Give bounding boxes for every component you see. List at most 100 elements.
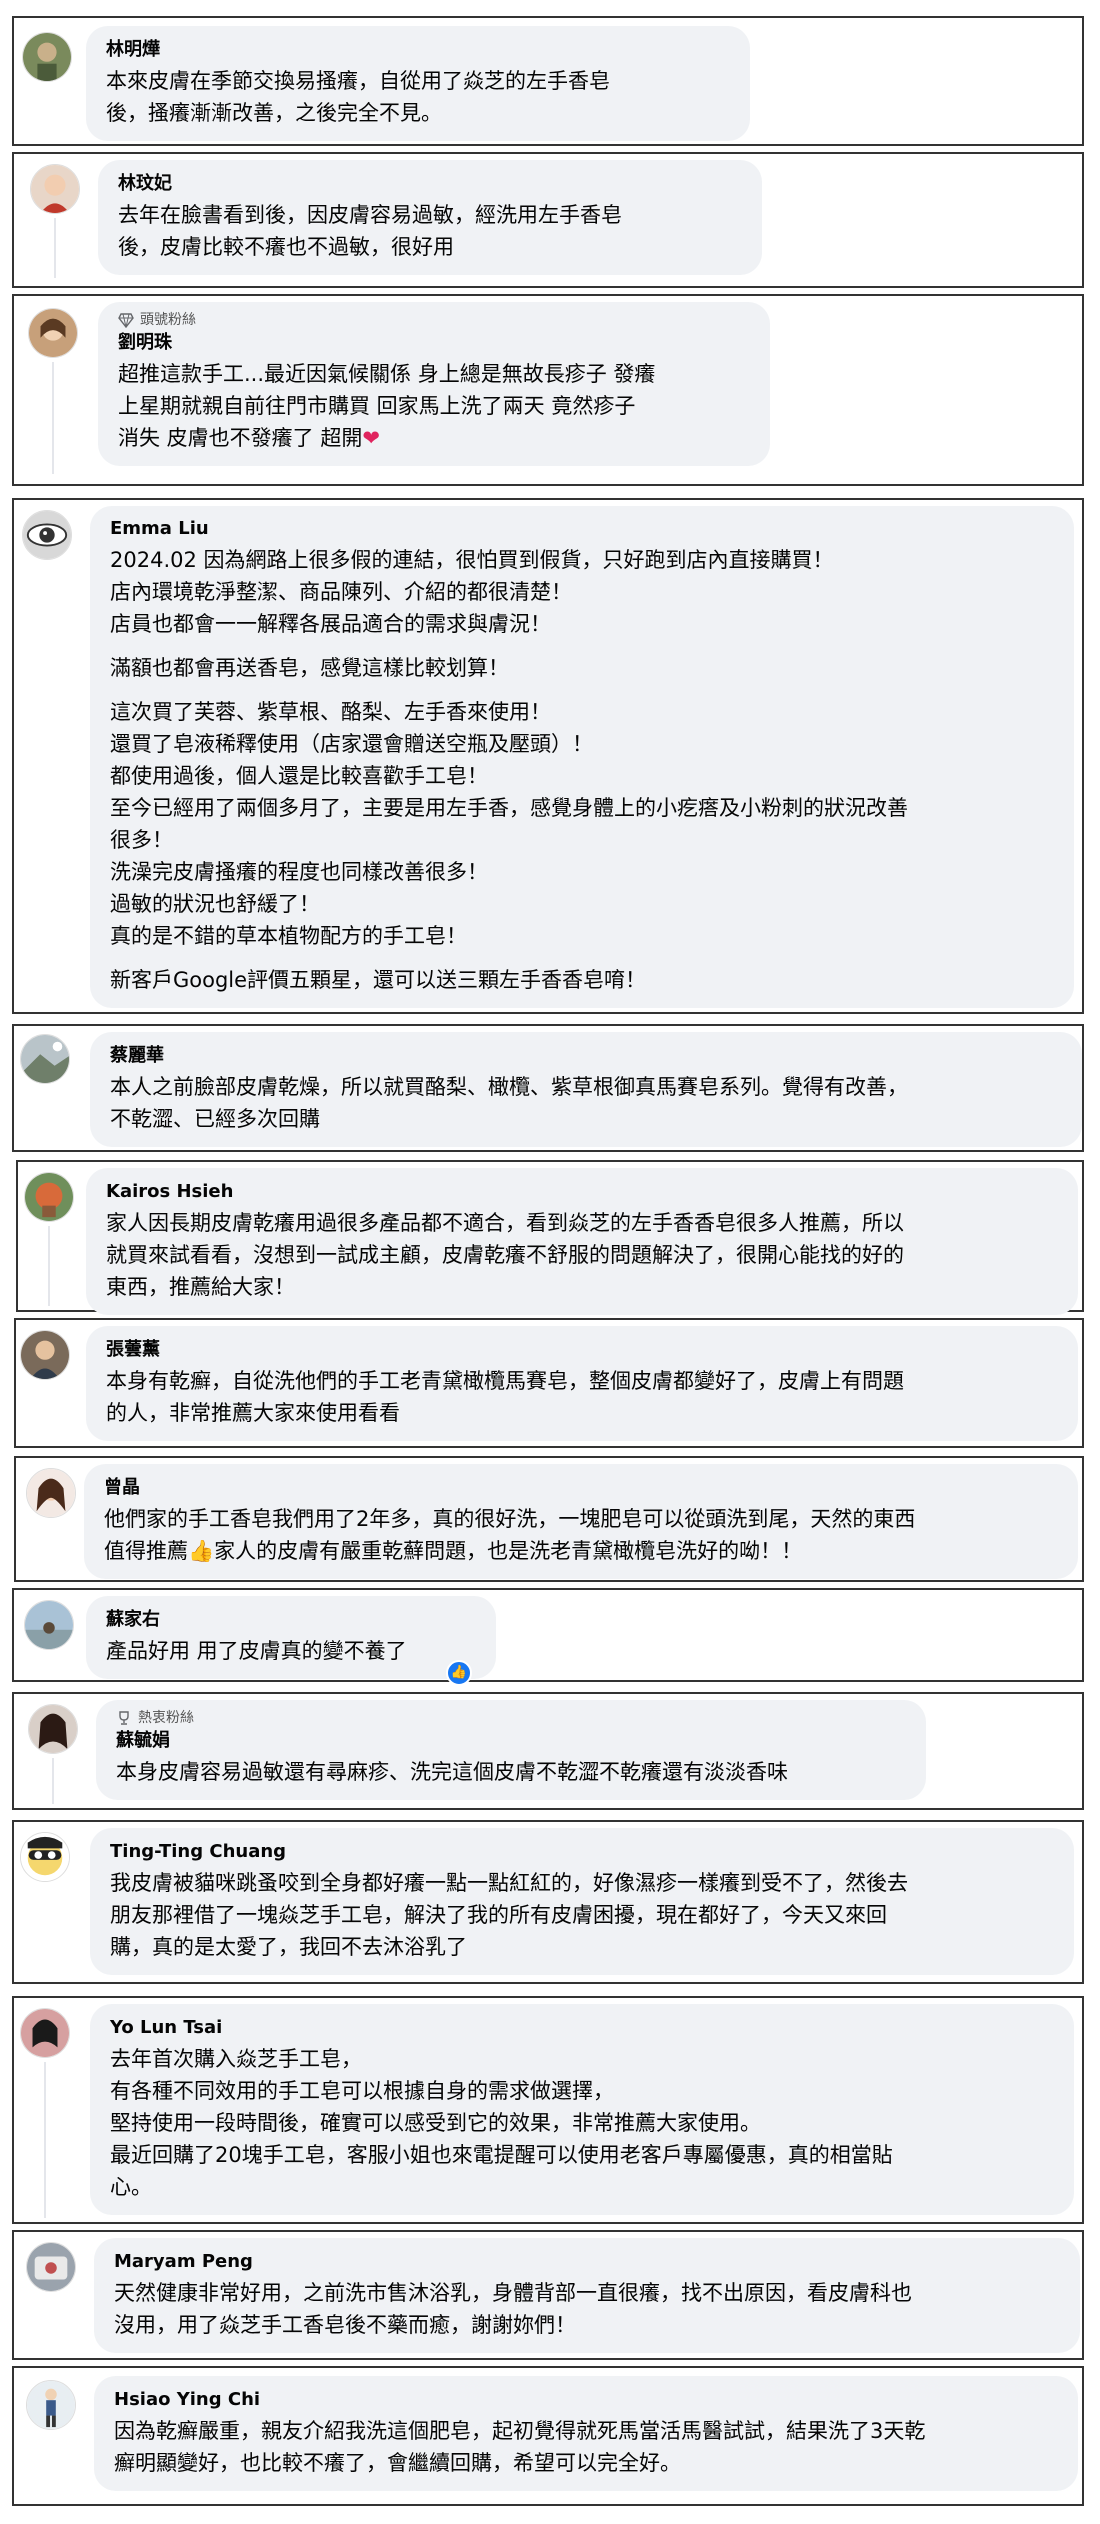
avatar[interactable] [28, 1704, 78, 1754]
thread-line [54, 218, 56, 278]
comment-bubble: Emma Liu 2024.02 因為網路上很多假的連結，很怕買到假貨，只好跑到… [90, 506, 1074, 1008]
comment-line: 有各種不同效用的手工皂可以根據自身的需求做選擇， [110, 2079, 614, 2103]
comment-bubble: Kairos Hsieh 家人因長期皮膚乾癢用過很多產品都不適合，看到焱芝的左手… [86, 1168, 1078, 1315]
comment-card: 林玟妃 去年在臉書看到後，因皮膚容易過敏，經洗用左手香皂 後，皮膚比較不癢也不過… [12, 152, 1084, 288]
comment-bubble: 蘇家右 產品好用 用了皮膚真的變不養了 [86, 1596, 496, 1679]
comment-line: 值得推薦👍家人的皮膚有嚴重乾蘚問題，也是洗老青黛橄欖皂洗好的呦！！ [104, 1539, 803, 1563]
commenter-name[interactable]: Hsiao Ying Chi [114, 2389, 1060, 2411]
comment-line: 後，皮膚比較不癢也不過敏，很好用 [118, 235, 454, 259]
comment-line: 真的是不錯的草本植物配方的手工皂！ [110, 924, 467, 948]
avatar[interactable] [22, 32, 72, 82]
commenter-name[interactable]: Kairos Hsieh [106, 1181, 1060, 1203]
comment-line: 的人，非常推薦大家來使用看看 [106, 1401, 400, 1425]
comment-text: 本身有乾癬，自從洗他們的手工老青黛橄欖馬賽皂，整個皮膚都變好了，皮膚上有問題 的… [106, 1365, 1060, 1429]
comment-paragraph: 新客戶Google評價五顆星，還可以送三顆左手香香皂唷！ [110, 964, 1056, 996]
comment-card: Yo Lun Tsai 去年首次購入焱芝手工皂， 有各種不同效用的手工皂可以根據… [12, 1996, 1084, 2224]
commenter-name[interactable]: 蘇毓娟 [116, 1730, 908, 1752]
comment-text: 本人之前臉部皮膚乾燥，所以就買酪梨、橄欖、紫草根御真馬賽皂系列。覺得有改善， 不… [110, 1071, 1064, 1135]
avatar[interactable] [28, 308, 78, 358]
comment-card: 熱衷粉絲 蘇毓娟 本身皮膚容易過敏還有尋麻疹、洗完這個皮膚不乾澀不乾癢還有淡淡香… [12, 1692, 1084, 1810]
comment-text: 本來皮膚在季節交換易搔癢，自從用了焱芝的左手香皂 後，搔癢漸漸改善，之後完全不見… [106, 65, 732, 129]
thread-line [52, 362, 54, 474]
comment-card: 林明燁 本來皮膚在季節交換易搔癢，自從用了焱芝的左手香皂 後，搔癢漸漸改善，之後… [12, 16, 1084, 146]
avatar[interactable] [20, 1034, 70, 1084]
avatar[interactable] [26, 1468, 76, 1518]
heart-emoji: ❤ [362, 426, 380, 450]
comment-line: 就買來試看看，沒想到一試成主顧，皮膚乾癢不舒服的問題解決了，很開心能找的好的 [106, 1243, 904, 1267]
comment-line: 癬明顯變好，也比較不癢了，會繼續回購，希望可以完全好。 [114, 2451, 681, 2475]
comment-card: Ting-Ting Chuang 我皮膚被貓咪跳蚤咬到全身都好癢一點一點紅紅的，… [12, 1820, 1084, 1984]
commenter-name[interactable]: 林玟妃 [118, 173, 744, 195]
comment-line: 不乾澀、已經多次回購 [110, 1107, 320, 1131]
top-fan-badge: 頭號粉絲 [118, 310, 752, 330]
avatar[interactable] [30, 164, 80, 214]
commenter-name[interactable]: 蘇家右 [106, 1609, 478, 1631]
comment-card: 蔡麗華 本人之前臉部皮膚乾燥，所以就買酪梨、橄欖、紫草根御真馬賽皂系列。覺得有改… [12, 1024, 1084, 1152]
comment-text: 產品好用 用了皮膚真的變不養了 [106, 1635, 478, 1667]
like-reaction-icon[interactable]: 👍 [446, 1660, 472, 1686]
commenter-name[interactable]: 林明燁 [106, 39, 732, 61]
avatar[interactable] [20, 1832, 70, 1882]
avatar[interactable] [26, 2242, 76, 2292]
comment-line: 本身皮膚容易過敏還有尋麻疹、洗完這個皮膚不乾澀不乾癢還有淡淡香味 [116, 1760, 788, 1784]
badge-label: 熱衷粉絲 [138, 1710, 194, 1726]
commenter-name[interactable]: Yo Lun Tsai [110, 2017, 1056, 2039]
comment-line: 產品好用 用了皮膚真的變不養了 [106, 1639, 407, 1663]
comment-line: 心。 [110, 2175, 152, 2199]
commenter-name[interactable]: 蔡麗華 [110, 1045, 1064, 1067]
avatar[interactable] [26, 2380, 76, 2430]
comment-line: 家人因長期皮膚乾癢用過很多產品都不適合，看到焱芝的左手香香皂很多人推薦，所以 [106, 1211, 904, 1235]
comment-bubble: 蔡麗華 本人之前臉部皮膚乾燥，所以就買酪梨、橄欖、紫草根御真馬賽皂系列。覺得有改… [90, 1032, 1082, 1147]
comment-line: 消失 皮膚也不發癢了 超開 [118, 426, 363, 450]
comment-text: 我皮膚被貓咪跳蚤咬到全身都好癢一點一點紅紅的，好像濕疹一樣癢到受不了，然後去 朋… [110, 1867, 1056, 1963]
avatar[interactable] [22, 510, 72, 560]
comment-bubble: Ting-Ting Chuang 我皮膚被貓咪跳蚤咬到全身都好癢一點一點紅紅的，… [90, 1828, 1074, 1975]
comment-line: 本來皮膚在季節交換易搔癢，自從用了焱芝的左手香皂 [106, 69, 610, 93]
comment-line: 店內環境乾淨整潔、商品陳列、介紹的都很清楚！ [110, 580, 572, 604]
fan-badge: 熱衷粉絲 [116, 1708, 908, 1728]
comment-line: 因為乾癬嚴重，親友介紹我洗這個肥皂，起初覺得就死馬當活馬醫試試，結果洗了3天乾 [114, 2419, 926, 2443]
comment-line: 上星期就親自前往門市購買 回家馬上洗了兩天 竟然疹子 [118, 394, 636, 418]
comment-text: 超推這款手工...最近因氣候關係 身上總是無故長疹子 發癢 上星期就親自前往門市… [118, 358, 752, 454]
comment-line: 我皮膚被貓咪跳蚤咬到全身都好癢一點一點紅紅的，好像濕疹一樣癢到受不了，然後去 [110, 1871, 908, 1895]
comment-line: 沒用，用了焱芝手工香皂後不藥而癒，謝謝妳們！ [114, 2313, 576, 2337]
comment-card: 頭號粉絲 劉明珠 超推這款手工...最近因氣候關係 身上總是無故長疹子 發癢 上… [12, 294, 1084, 486]
comment-line: 後，搔癢漸漸改善，之後完全不見。 [106, 101, 442, 125]
avatar[interactable] [20, 1330, 70, 1380]
comment-line: 去年首次購入焱芝手工皂， [110, 2047, 362, 2071]
comment-bubble: 熱衷粉絲 蘇毓娟 本身皮膚容易過敏還有尋麻疹、洗完這個皮膚不乾澀不乾癢還有淡淡香… [96, 1700, 926, 1800]
comment-bubble: 曾晶 他們家的手工香皂我們用了2年多，真的很好洗，一塊肥皂可以從頭洗到尾，天然的… [84, 1464, 1078, 1579]
avatar[interactable] [24, 1172, 74, 1222]
comment-line: 堅持使用一段時間後，確實可以感受到它的效果，非常推薦大家使用。 [110, 2111, 761, 2135]
badge-label: 頭號粉絲 [140, 312, 196, 328]
comment-line: 東西，推薦給大家！ [106, 1275, 295, 1299]
comment-card: Maryam Peng 天然健康非常好用，之前洗市售沐浴乳，身體背部一直很癢，找… [12, 2230, 1084, 2360]
thread-line [44, 2062, 46, 2218]
avatar[interactable] [20, 2008, 70, 2058]
commenter-name[interactable]: Maryam Peng [114, 2251, 1062, 2273]
comment-card: 張蕓薰 本身有乾癬，自從洗他們的手工老青黛橄欖馬賽皂，整個皮膚都變好了，皮膚上有… [14, 1318, 1084, 1448]
commenter-name[interactable]: 曾晶 [104, 1477, 1060, 1499]
comment-line: 他們家的手工香皂我們用了2年多，真的很好洗，一塊肥皂可以從頭洗到尾，天然的東西 [104, 1507, 916, 1531]
comment-line: 過敏的狀況也舒緩了！ [110, 892, 320, 916]
commenter-name[interactable]: 張蕓薰 [106, 1339, 1060, 1361]
comment-text: 因為乾癬嚴重，親友介紹我洗這個肥皂，起初覺得就死馬當活馬醫試試，結果洗了3天乾 … [114, 2415, 1060, 2479]
comment-line: 都使用過後，個人還是比較喜歡手工皂！ [110, 764, 488, 788]
comment-card: 曾晶 他們家的手工香皂我們用了2年多，真的很好洗，一塊肥皂可以從頭洗到尾，天然的… [14, 1456, 1084, 1582]
comment-text: 家人因長期皮膚乾癢用過很多產品都不適合，看到焱芝的左手香香皂很多人推薦，所以 就… [106, 1207, 1060, 1303]
comment-card: Emma Liu 2024.02 因為網路上很多假的連結，很怕買到假貨，只好跑到… [12, 498, 1084, 1014]
commenter-name[interactable]: Ting-Ting Chuang [110, 1841, 1056, 1863]
commenter-name[interactable]: Emma Liu [110, 518, 1056, 540]
comment-line: 最近回購了20塊手工皂，客服小姐也來電提醒可以使用老客戶專屬優惠，真的相當貼 [110, 2143, 893, 2167]
comment-bubble: Maryam Peng 天然健康非常好用，之前洗市售沐浴乳，身體背部一直很癢，找… [94, 2238, 1080, 2353]
comment-line: 洗澡完皮膚搔癢的程度也同樣改善很多！ [110, 860, 488, 884]
comment-line: 超推這款手工...最近因氣候關係 身上總是無故長疹子 發癢 [118, 362, 656, 386]
comment-text: 去年首次購入焱芝手工皂， 有各種不同效用的手工皂可以根據自身的需求做選擇， 堅持… [110, 2043, 1056, 2203]
commenter-name[interactable]: 劉明珠 [118, 332, 752, 354]
comment-paragraph: 2024.02 因為網路上很多假的連結，很怕買到假貨，只好跑到店內直接購買！ 店… [110, 544, 1056, 640]
comment-bubble: 頭號粉絲 劉明珠 超推這款手工...最近因氣候關係 身上總是無故長疹子 發癢 上… [98, 302, 770, 466]
comment-paragraph: 滿額也都會再送香皂，感覺這樣比較划算！ [110, 652, 1056, 684]
trophy-icon [119, 1711, 129, 1725]
avatar[interactable] [24, 1600, 74, 1650]
